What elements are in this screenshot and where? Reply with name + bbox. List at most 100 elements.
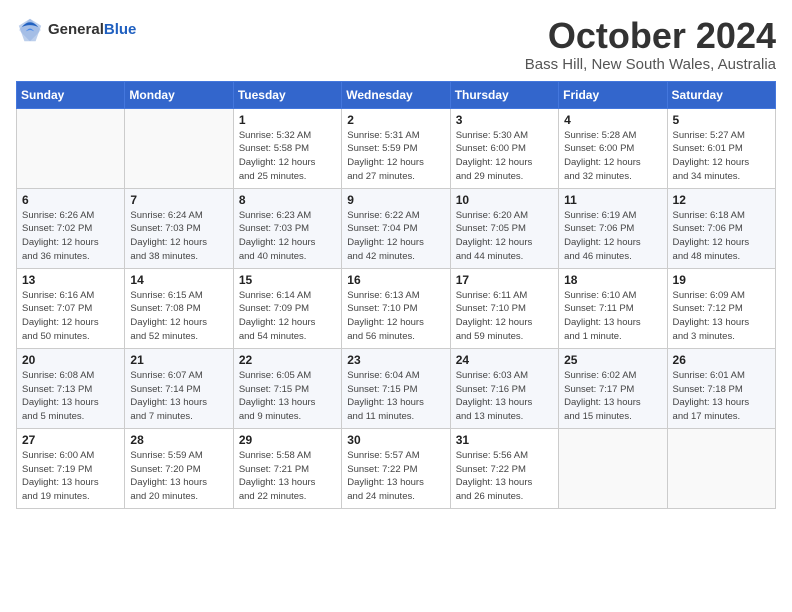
day-info: Sunrise: 5:58 AM Sunset: 7:21 PM Dayligh… — [239, 449, 336, 504]
day-number: 14 — [130, 273, 227, 287]
day-info: Sunrise: 6:15 AM Sunset: 7:08 PM Dayligh… — [130, 289, 227, 344]
day-info: Sunrise: 5:56 AM Sunset: 7:22 PM Dayligh… — [456, 449, 553, 504]
day-info: Sunrise: 6:02 AM Sunset: 7:17 PM Dayligh… — [564, 369, 661, 424]
logo-general: General — [48, 21, 104, 38]
day-info: Sunrise: 6:04 AM Sunset: 7:15 PM Dayligh… — [347, 369, 444, 424]
day-number: 22 — [239, 353, 336, 367]
day-info: Sunrise: 6:09 AM Sunset: 7:12 PM Dayligh… — [673, 289, 770, 344]
day-info: Sunrise: 6:16 AM Sunset: 7:07 PM Dayligh… — [22, 289, 119, 344]
day-info: Sunrise: 6:22 AM Sunset: 7:04 PM Dayligh… — [347, 209, 444, 264]
calendar-day-cell: 8Sunrise: 6:23 AM Sunset: 7:03 PM Daylig… — [233, 188, 341, 268]
day-number: 19 — [673, 273, 770, 287]
day-info: Sunrise: 5:32 AM Sunset: 5:58 PM Dayligh… — [239, 129, 336, 184]
day-info: Sunrise: 6:14 AM Sunset: 7:09 PM Dayligh… — [239, 289, 336, 344]
day-number: 23 — [347, 353, 444, 367]
day-info: Sunrise: 6:00 AM Sunset: 7:19 PM Dayligh… — [22, 449, 119, 504]
calendar-day-cell: 5 Sunrise: 5:27 AM Sunset: 6:01 PM Daylig… — [667, 108, 775, 188]
day-info: Sunrise: 6:11 AM Sunset: 7:10 PM Dayligh… — [456, 289, 553, 344]
calendar-day-cell: 29 Sunrise: 5:58 AM Sunset: 7:21 PM Dayli… — [233, 428, 341, 508]
day-number: 5 — [673, 113, 770, 127]
day-info: Sunrise: 5:27 AM Sunset: 6:01 PM Dayligh… — [673, 129, 770, 184]
day-number: 1 — [239, 113, 336, 127]
calendar-day-cell: 4Sunrise: 5:28 AM Sunset: 6:00 PM Daylig… — [559, 108, 667, 188]
logo-icon — [16, 16, 44, 44]
calendar-day-cell: 2Sunrise: 5:31 AM Sunset: 5:59 PM Daylig… — [342, 108, 450, 188]
calendar-day-cell — [17, 108, 125, 188]
month-title: October 2024 — [525, 16, 776, 56]
day-number: 3 — [456, 113, 553, 127]
day-info: Sunrise: 6:05 AM Sunset: 7:15 PM Dayligh… — [239, 369, 336, 424]
day-number: 11 — [564, 193, 661, 207]
day-number: 24 — [456, 353, 553, 367]
calendar-week-row: 6Sunrise: 6:26 AM Sunset: 7:02 PM Daylig… — [17, 188, 776, 268]
day-info: Sunrise: 6:18 AM Sunset: 7:06 PM Dayligh… — [673, 209, 770, 264]
day-number: 30 — [347, 433, 444, 447]
calendar-day-cell — [125, 108, 233, 188]
calendar-day-cell: 26 Sunrise: 6:01 AM Sunset: 7:18 PM Dayli… — [667, 348, 775, 428]
calendar-header-cell: Friday — [559, 81, 667, 108]
calendar-header-cell: Monday — [125, 81, 233, 108]
calendar-day-cell: 17 Sunrise: 6:11 AM Sunset: 7:10 PM Dayli… — [450, 268, 558, 348]
calendar-week-row: 20 Sunrise: 6:08 AM Sunset: 7:13 PM Dayli… — [17, 348, 776, 428]
calendar-table: SundayMondayTuesdayWednesdayThursdayFrid… — [16, 81, 776, 509]
logo: GeneralBlue — [16, 16, 136, 44]
day-info: Sunrise: 5:28 AM Sunset: 6:00 PM Dayligh… — [564, 129, 661, 184]
day-number: 20 — [22, 353, 119, 367]
title-area: October 2024 Bass Hill, New South Wales,… — [525, 16, 776, 73]
calendar-header-cell: Sunday — [17, 81, 125, 108]
day-info: Sunrise: 6:24 AM Sunset: 7:03 PM Dayligh… — [130, 209, 227, 264]
day-number: 12 — [673, 193, 770, 207]
day-info: Sunrise: 6:23 AM Sunset: 7:03 PM Dayligh… — [239, 209, 336, 264]
location-title: Bass Hill, New South Wales, Australia — [525, 56, 776, 73]
day-number: 29 — [239, 433, 336, 447]
day-info: Sunrise: 6:08 AM Sunset: 7:13 PM Dayligh… — [22, 369, 119, 424]
page-header: GeneralBlue October 2024 Bass Hill, New … — [16, 16, 776, 73]
day-info: Sunrise: 6:20 AM Sunset: 7:05 PM Dayligh… — [456, 209, 553, 264]
calendar-day-cell: 27 Sunrise: 6:00 AM Sunset: 7:19 PM Dayli… — [17, 428, 125, 508]
day-number: 9 — [347, 193, 444, 207]
calendar-day-cell: 11 Sunrise: 6:19 AM Sunset: 7:06 PM Dayli… — [559, 188, 667, 268]
calendar-header-cell: Saturday — [667, 81, 775, 108]
calendar-header-cell: Tuesday — [233, 81, 341, 108]
day-info: Sunrise: 5:59 AM Sunset: 7:20 PM Dayligh… — [130, 449, 227, 504]
day-info: Sunrise: 6:19 AM Sunset: 7:06 PM Dayligh… — [564, 209, 661, 264]
calendar-week-row: 1 Sunrise: 5:32 AM Sunset: 5:58 PM Daylig… — [17, 108, 776, 188]
calendar-day-cell: 28 Sunrise: 5:59 AM Sunset: 7:20 PM Dayli… — [125, 428, 233, 508]
calendar-day-cell: 13Sunrise: 6:16 AM Sunset: 7:07 PM Dayli… — [17, 268, 125, 348]
day-info: Sunrise: 6:10 AM Sunset: 7:11 PM Dayligh… — [564, 289, 661, 344]
calendar-day-cell: 20 Sunrise: 6:08 AM Sunset: 7:13 PM Dayli… — [17, 348, 125, 428]
calendar-day-cell: 10 Sunrise: 6:20 AM Sunset: 7:05 PM Dayli… — [450, 188, 558, 268]
calendar-header-cell: Wednesday — [342, 81, 450, 108]
calendar-body: 1 Sunrise: 5:32 AM Sunset: 5:58 PM Daylig… — [17, 108, 776, 508]
day-number: 15 — [239, 273, 336, 287]
day-info: Sunrise: 6:03 AM Sunset: 7:16 PM Dayligh… — [456, 369, 553, 424]
day-info: Sunrise: 6:26 AM Sunset: 7:02 PM Dayligh… — [22, 209, 119, 264]
day-number: 26 — [673, 353, 770, 367]
day-number: 28 — [130, 433, 227, 447]
day-number: 17 — [456, 273, 553, 287]
calendar-day-cell: 30 Sunrise: 5:57 AM Sunset: 7:22 PM Dayli… — [342, 428, 450, 508]
calendar-day-cell: 25Sunrise: 6:02 AM Sunset: 7:17 PM Dayli… — [559, 348, 667, 428]
day-info: Sunrise: 6:01 AM Sunset: 7:18 PM Dayligh… — [673, 369, 770, 424]
day-number: 27 — [22, 433, 119, 447]
day-info: Sunrise: 6:13 AM Sunset: 7:10 PM Dayligh… — [347, 289, 444, 344]
day-number: 18 — [564, 273, 661, 287]
calendar-day-cell: 3 Sunrise: 5:30 AM Sunset: 6:00 PM Daylig… — [450, 108, 558, 188]
calendar-day-cell: 12 Sunrise: 6:18 AM Sunset: 7:06 PM Dayli… — [667, 188, 775, 268]
calendar-day-cell: 6Sunrise: 6:26 AM Sunset: 7:02 PM Daylig… — [17, 188, 125, 268]
calendar-day-cell — [559, 428, 667, 508]
day-number: 10 — [456, 193, 553, 207]
calendar-header-row: SundayMondayTuesdayWednesdayThursdayFrid… — [17, 81, 776, 108]
day-info: Sunrise: 5:57 AM Sunset: 7:22 PM Dayligh… — [347, 449, 444, 504]
calendar-day-cell: 16Sunrise: 6:13 AM Sunset: 7:10 PM Dayli… — [342, 268, 450, 348]
day-number: 2 — [347, 113, 444, 127]
day-info: Sunrise: 6:07 AM Sunset: 7:14 PM Dayligh… — [130, 369, 227, 424]
calendar-day-cell: 19 Sunrise: 6:09 AM Sunset: 7:12 PM Dayli… — [667, 268, 775, 348]
logo-blue: Blue — [104, 21, 137, 38]
day-info: Sunrise: 5:30 AM Sunset: 6:00 PM Dayligh… — [456, 129, 553, 184]
calendar-day-cell: 15 Sunrise: 6:14 AM Sunset: 7:09 PM Dayli… — [233, 268, 341, 348]
calendar-day-cell: 21 Sunrise: 6:07 AM Sunset: 7:14 PM Dayli… — [125, 348, 233, 428]
calendar-day-cell: 23 Sunrise: 6:04 AM Sunset: 7:15 PM Dayli… — [342, 348, 450, 428]
calendar-day-cell: 14 Sunrise: 6:15 AM Sunset: 7:08 PM Dayli… — [125, 268, 233, 348]
day-number: 21 — [130, 353, 227, 367]
